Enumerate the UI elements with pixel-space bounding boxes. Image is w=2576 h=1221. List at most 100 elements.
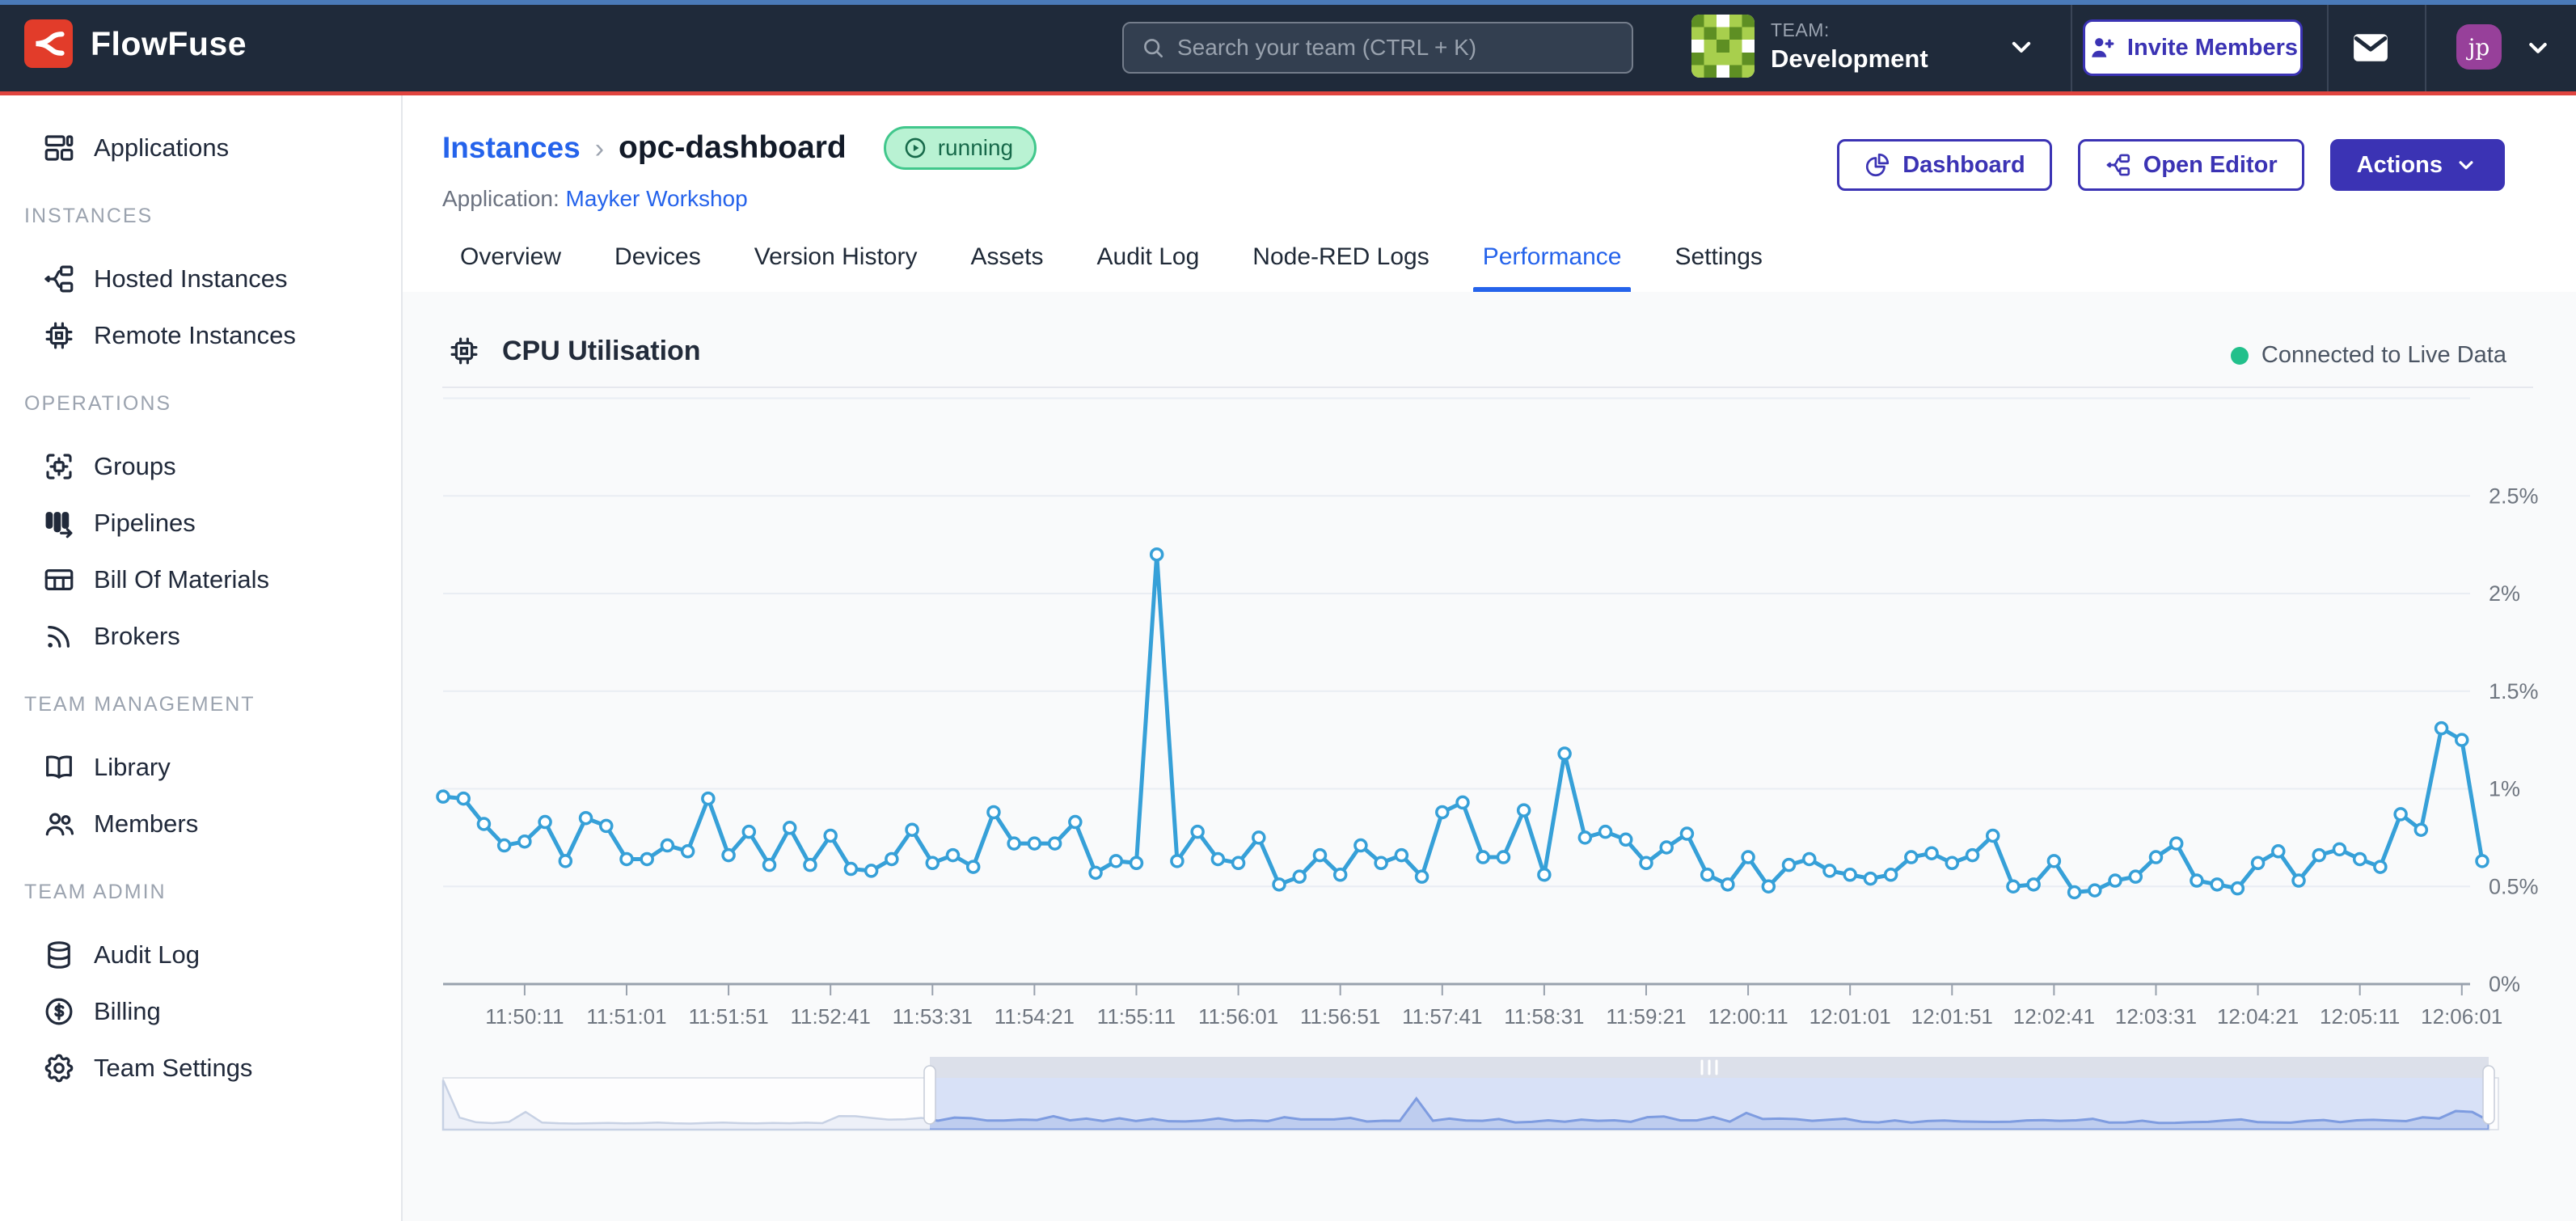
sidebar-item-bill-of-materials[interactable]: Bill Of Materials bbox=[0, 551, 401, 608]
sidebar-item-label: Groups bbox=[94, 452, 176, 481]
search-icon bbox=[1140, 35, 1166, 61]
team-selector[interactable]: TEAM: Development bbox=[1691, 15, 1928, 78]
remote-instances-icon bbox=[42, 319, 76, 353]
application-link[interactable]: Mayker Workshop bbox=[566, 186, 748, 211]
search-placeholder: Search your team (CTRL + K) bbox=[1177, 35, 1476, 61]
sidebar-section-team-admin: TEAM ADMIN bbox=[24, 880, 401, 904]
topbar-separator bbox=[2071, 5, 2072, 91]
sidebar-item-label: Audit Log bbox=[94, 940, 200, 970]
topbar-separator bbox=[2327, 5, 2329, 91]
breadcrumb-instances-link[interactable]: Instances bbox=[442, 131, 581, 165]
sidebar-item-brokers[interactable]: Brokers bbox=[0, 608, 401, 665]
tab-overview[interactable]: Overview bbox=[455, 243, 566, 292]
sidebar-item-members[interactable]: Members bbox=[0, 796, 401, 852]
sidebar-item-label: Brokers bbox=[94, 622, 180, 651]
sidebar-item-library[interactable]: Library bbox=[0, 739, 401, 796]
sidebar-item-hosted-instances[interactable]: Hosted Instances bbox=[0, 251, 401, 307]
sidebar-item-label: Members bbox=[94, 809, 198, 839]
top-accent-bar bbox=[0, 0, 2576, 5]
breadcrumb: Instances › opc-dashboard running bbox=[442, 126, 1037, 170]
brand-name: FlowFuse bbox=[91, 25, 247, 63]
user-initials: jp bbox=[2468, 34, 2490, 61]
user-plus-icon bbox=[2088, 33, 2117, 62]
tab-settings[interactable]: Settings bbox=[1670, 243, 1767, 292]
user-avatar[interactable]: jp bbox=[2456, 24, 2502, 70]
user-menu-chevron-down-icon[interactable] bbox=[2523, 32, 2553, 63]
node-editor-icon bbox=[2105, 151, 2132, 179]
sidebar-section-operations: OPERATIONS bbox=[24, 391, 401, 416]
status-badge: running bbox=[884, 126, 1037, 170]
brokers-icon bbox=[42, 619, 76, 653]
team-settings-icon bbox=[42, 1051, 76, 1085]
sidebar-item-label: Team Settings bbox=[94, 1054, 252, 1083]
panel-header: CPU Utilisation bbox=[447, 334, 701, 368]
sidebar-item-label: Applications bbox=[94, 133, 229, 163]
team-avatar bbox=[1691, 15, 1755, 78]
status-badge-label: running bbox=[938, 135, 1013, 161]
tab-devices[interactable]: Devices bbox=[610, 243, 706, 292]
dashboard-button[interactable]: Dashboard bbox=[1837, 139, 2051, 191]
sidebar-item-applications[interactable]: Applications bbox=[0, 120, 401, 176]
chevron-down-icon bbox=[2454, 153, 2478, 177]
sidebar-item-label: Hosted Instances bbox=[94, 264, 288, 294]
sidebar-item-label: Library bbox=[94, 753, 171, 782]
sidebar-item-audit-log[interactable]: Audit Log bbox=[0, 927, 401, 983]
page-title: opc-dashboard bbox=[619, 130, 847, 166]
mail-icon[interactable] bbox=[2350, 29, 2392, 66]
members-icon bbox=[42, 807, 76, 841]
tab-node-red-logs[interactable]: Node-RED Logs bbox=[1248, 243, 1434, 292]
sidebar-item-label: Remote Instances bbox=[94, 321, 296, 350]
brand[interactable]: FlowFuse bbox=[24, 19, 247, 68]
topbar-separator bbox=[2425, 5, 2426, 91]
live-status-dot bbox=[2231, 347, 2249, 365]
actions-button[interactable]: Actions bbox=[2330, 139, 2505, 191]
team-chevron-down-icon[interactable] bbox=[2005, 31, 2038, 63]
team-meta: TEAM: Development bbox=[1771, 19, 1928, 74]
sidebar-item-label: Billing bbox=[94, 997, 161, 1026]
instance-tabs: Overview Devices Version History Assets … bbox=[403, 243, 2576, 294]
application-row: Application: Mayker Workshop bbox=[442, 186, 748, 212]
sidebar-item-pipelines[interactable]: Pipelines bbox=[0, 495, 401, 551]
hosted-instances-icon bbox=[42, 262, 76, 296]
breadcrumb-separator: › bbox=[595, 132, 604, 165]
sidebar-item-billing[interactable]: Billing bbox=[0, 983, 401, 1040]
tab-version-history[interactable]: Version History bbox=[750, 243, 923, 292]
groups-icon bbox=[42, 450, 76, 484]
actions-button-label: Actions bbox=[2357, 152, 2443, 179]
sidebar-nav: Applications INSTANCES Hosted Instances … bbox=[0, 95, 403, 1221]
team-label: TEAM: bbox=[1771, 19, 1928, 41]
sidebar-item-team-settings[interactable]: Team Settings bbox=[0, 1040, 401, 1096]
cpu-icon bbox=[447, 334, 481, 368]
tab-performance[interactable]: Performance bbox=[1478, 243, 1627, 292]
search-input[interactable]: Search your team (CTRL + K) bbox=[1122, 22, 1633, 74]
flowfuse-app: FlowFuse Search your team (CTRL + K) bbox=[0, 0, 2576, 1221]
tab-audit-log[interactable]: Audit Log bbox=[1092, 243, 1205, 292]
panel-divider bbox=[442, 387, 2533, 388]
bill-of-materials-icon bbox=[42, 563, 76, 597]
header-buttons: Dashboard Open Editor Actions bbox=[1837, 139, 2505, 191]
flowfuse-logo-icon bbox=[24, 19, 73, 68]
audit-log-icon bbox=[42, 938, 76, 972]
open-editor-button[interactable]: Open Editor bbox=[2078, 139, 2304, 191]
application-label: Application: bbox=[442, 186, 560, 211]
tab-assets[interactable]: Assets bbox=[965, 243, 1048, 292]
performance-panel: CPU Utilisation Connected to Live Data bbox=[403, 292, 2576, 1221]
invite-members-button[interactable]: Invite Members bbox=[2083, 19, 2303, 76]
panel-title: CPU Utilisation bbox=[502, 336, 701, 367]
live-data-status: Connected to Live Data bbox=[2231, 342, 2506, 369]
billing-icon bbox=[42, 995, 76, 1029]
pipelines-icon bbox=[42, 506, 76, 540]
sidebar-item-label: Pipelines bbox=[94, 509, 196, 538]
dashboard-button-label: Dashboard bbox=[1902, 152, 2025, 179]
applications-icon bbox=[42, 131, 76, 165]
invite-members-label: Invite Members bbox=[2127, 35, 2298, 61]
top-navbar: FlowFuse Search your team (CTRL + K) bbox=[0, 0, 2576, 95]
sidebar-item-groups[interactable]: Groups bbox=[0, 438, 401, 495]
sidebar-item-remote-instances[interactable]: Remote Instances bbox=[0, 307, 401, 364]
live-status-label: Connected to Live Data bbox=[2261, 342, 2506, 369]
main-content: Instances › opc-dashboard running Applic… bbox=[403, 95, 2576, 1221]
library-icon bbox=[42, 750, 76, 784]
pie-chart-icon bbox=[1864, 151, 1891, 179]
play-circle-icon bbox=[902, 135, 928, 161]
sidebar-item-label: Bill Of Materials bbox=[94, 565, 269, 594]
